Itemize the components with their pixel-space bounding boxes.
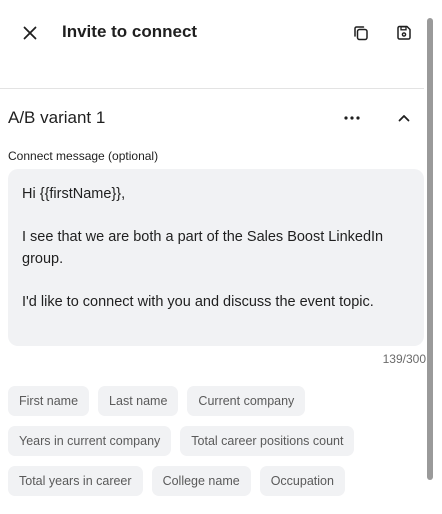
variable-chip-current-company[interactable]: Current company <box>187 386 306 416</box>
chevron-up-icon <box>398 115 410 122</box>
variable-chip-total-career-positions-count[interactable]: Total career positions count <box>180 426 355 456</box>
page-title: Invite to connect <box>62 22 198 41</box>
variable-chip-college-name[interactable]: College name <box>151 466 251 496</box>
message-label: Connect message (optional) <box>8 149 159 163</box>
save-button[interactable] <box>390 19 418 47</box>
variable-chip-last-name[interactable]: Last name <box>98 386 179 416</box>
variable-chips: First name Last name Current company Yea… <box>8 386 418 496</box>
collapse-button[interactable] <box>390 104 418 132</box>
variable-chip-years-in-current-company[interactable]: Years in current company <box>8 426 172 456</box>
variable-chip-first-name[interactable]: First name <box>8 386 90 416</box>
more-options-button[interactable] <box>338 104 366 132</box>
message-paragraph: I'd like to connect with you and discuss… <box>22 293 374 310</box>
connect-message-textarea[interactable]: Hi {{firstName}}, I see that we are both… <box>8 169 424 346</box>
variable-chip-occupation[interactable]: Occupation <box>259 466 345 496</box>
copy-button[interactable] <box>347 19 375 47</box>
message-paragraph: Hi {{firstName}}, <box>22 186 126 202</box>
message-paragraph: I see that we are both a part of the Sal… <box>22 229 384 267</box>
copy-icon <box>354 26 368 41</box>
more-horizontal-icon <box>344 116 360 120</box>
scrollbar[interactable] <box>427 18 433 480</box>
close-button[interactable] <box>16 19 44 47</box>
variant-title: A/B variant 1 <box>8 108 106 127</box>
panel-header: Invite to connect <box>0 0 430 66</box>
invite-panel: Invite to connect A/B variant 1 Connect … <box>0 0 442 514</box>
close-icon <box>23 26 37 40</box>
variable-chip-total-years-in-career[interactable]: Total years in career <box>8 466 143 496</box>
header-divider <box>0 88 424 89</box>
save-icon <box>397 25 411 40</box>
character-counter: 139/300 <box>382 352 426 366</box>
